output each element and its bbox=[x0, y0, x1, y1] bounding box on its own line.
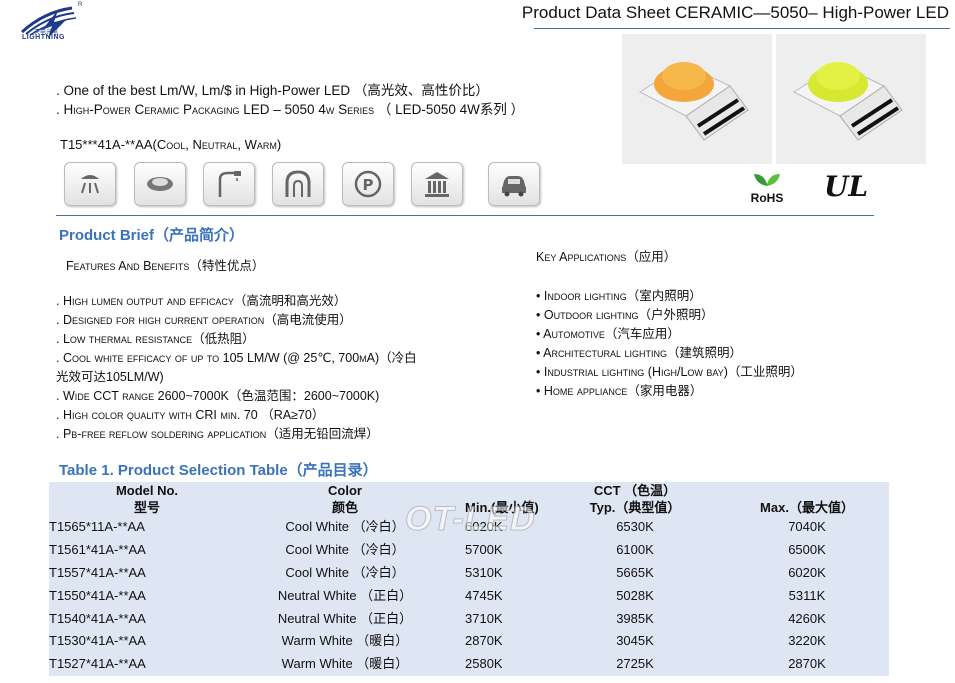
cell-model: T1557*41A-**AA bbox=[49, 564, 146, 580]
application-item: • Architectural lighting（建筑照明） bbox=[536, 346, 742, 360]
cell-min: 4745K bbox=[465, 587, 503, 603]
table-title: Table 1. Product Selection Table（产品目录） bbox=[59, 462, 378, 479]
wall-lamp-icon bbox=[203, 162, 255, 206]
application-item: • Outdoor lighting（户外照明） bbox=[536, 308, 714, 322]
cell-max: 7040K bbox=[788, 519, 826, 535]
cell-typ: 2725K bbox=[616, 656, 654, 672]
cell-color: Neutral White （正白） bbox=[277, 610, 413, 626]
watermark: OT-LED bbox=[405, 500, 536, 539]
feature-item: . Wide CCT range 2600~7000K（色温范围：2600~70… bbox=[56, 389, 380, 403]
rohs-label: RoHS bbox=[750, 191, 784, 205]
street-lamp-icon bbox=[64, 162, 116, 206]
header-max: Max.（最大值） bbox=[725, 482, 889, 516]
rohs-badge: RoHS bbox=[744, 170, 790, 205]
header-typ: CCT （色温） Typ.（典型值） bbox=[545, 482, 725, 516]
downlight-icon bbox=[134, 162, 186, 206]
cell-typ: 5665K bbox=[616, 564, 654, 580]
header-rule bbox=[534, 28, 950, 29]
feature-item: . Low thermal resistance（低热阻） bbox=[56, 332, 255, 346]
application-item: • Indoor lighting（室内照明） bbox=[536, 289, 702, 303]
key-applications-heading: Key Applications（应用） bbox=[536, 250, 677, 264]
parking-icon: P bbox=[342, 162, 394, 206]
cell-max: 4260K bbox=[788, 610, 826, 626]
application-item: • Automotive（汽车应用） bbox=[536, 327, 680, 341]
table-row: T1540*41A-**AA Neutral White （正白） 3710K … bbox=[49, 607, 889, 630]
cell-color: Warm White （暖白） bbox=[281, 656, 409, 672]
ul-mark-text: UL bbox=[824, 170, 868, 202]
cell-min: 2870K bbox=[465, 633, 503, 649]
cell-typ: 3045K bbox=[616, 633, 654, 649]
header-typ-label: Typ.（典型值） bbox=[589, 500, 681, 515]
cell-min: 2580K bbox=[465, 656, 503, 672]
cell-color: Cool White （冷白） bbox=[285, 564, 405, 580]
cell-typ: 5028K bbox=[616, 587, 654, 603]
cell-min: 5310K bbox=[465, 564, 503, 580]
cell-color: Cool White （冷白） bbox=[285, 542, 405, 558]
feature-item: . High color quality with CRI min. 70 （R… bbox=[56, 408, 325, 422]
cell-model: T1550*41A-**AA bbox=[49, 587, 146, 603]
product-brief-heading: Product Brief（产品简介） bbox=[59, 227, 245, 244]
section-rule bbox=[56, 215, 874, 216]
application-item: • Industrial lighting (High/Low bay)（工业照… bbox=[536, 365, 803, 379]
cell-typ: 6530K bbox=[616, 519, 654, 535]
feature-item: . Pb-free reflow soldering application（适… bbox=[56, 427, 379, 441]
part-number: T15***41A-**AA(Cool, Neutral, Warm) bbox=[60, 137, 282, 152]
header-cct-label: CCT （色温） bbox=[593, 483, 677, 498]
header-color-label: Color bbox=[328, 483, 362, 498]
building-icon bbox=[411, 162, 463, 206]
cell-max: 2870K bbox=[788, 656, 826, 672]
intro-line-2: . High-Power Ceramic Packaging LED – 505… bbox=[56, 102, 525, 117]
table-body: T1565*11A-**AA Cool White （冷白） 6020K 653… bbox=[49, 516, 889, 676]
cell-model: T1561*41A-**AA bbox=[49, 542, 146, 558]
cell-min: 5700K bbox=[465, 542, 503, 558]
cell-model: T1540*41A-**AA bbox=[49, 610, 146, 626]
car-icon bbox=[488, 162, 540, 206]
cell-color: Warm White （暖白） bbox=[281, 633, 409, 649]
feature-item-continued: 光效可达105LM/W) bbox=[56, 370, 164, 384]
feature-item: . Designed for high current operation（高电… bbox=[56, 313, 352, 327]
cell-max: 5311K bbox=[788, 587, 826, 603]
page-title: Product Data Sheet CERAMIC—5050– High-Po… bbox=[521, 3, 949, 22]
features-heading: Features And Benefits（特性优点） bbox=[66, 259, 265, 273]
application-item: • Home appliance（家用电器） bbox=[536, 384, 703, 398]
intro-line-1: . One of the best Lm/W, Lm/$ in High-Pow… bbox=[56, 83, 489, 98]
cell-max: 3220K bbox=[788, 633, 826, 649]
cell-max: 6020K bbox=[788, 564, 826, 580]
table-row: T1561*41A-**AA Cool White （冷白） 5700K 610… bbox=[49, 539, 889, 562]
header-max-label: Max.（最大值） bbox=[760, 500, 854, 515]
cell-color: Neutral White （正白） bbox=[277, 587, 413, 603]
cell-min: 3710K bbox=[465, 610, 503, 626]
cell-typ: 6100K bbox=[616, 542, 654, 558]
table-row: T1557*41A-**AA Cool White （冷白） 5310K 566… bbox=[49, 562, 889, 585]
table-row: T1527*41A-**AA Warm White （暖白） 2580K 272… bbox=[49, 653, 889, 676]
cell-typ: 3985K bbox=[616, 610, 654, 626]
cell-max: 6500K bbox=[788, 542, 826, 558]
header-model-label: Model No. bbox=[115, 483, 179, 498]
table-row: T1530*41A-**AA Warm White （暖白） 2870K 304… bbox=[49, 630, 889, 653]
cell-model: T1530*41A-**AA bbox=[49, 633, 146, 649]
feature-item: . Cool white efficacy of up to 105 LM/W … bbox=[56, 351, 417, 365]
tunnel-icon bbox=[272, 162, 324, 206]
cell-model: T1565*11A-**AA bbox=[49, 519, 145, 535]
brand-name: LIGHTNING bbox=[22, 34, 65, 41]
registered-mark: R bbox=[78, 2, 83, 8]
svg-text:P: P bbox=[363, 176, 374, 194]
cell-model: T1527*41A-**AA bbox=[49, 656, 146, 672]
led-photo-yellow-green bbox=[776, 34, 926, 164]
header-model: Model No. 型号 bbox=[49, 482, 245, 516]
led-photo-amber bbox=[622, 34, 772, 164]
brand-logo bbox=[14, 4, 104, 48]
table-row: T1550*41A-**AA Neutral White （正白） 4745K … bbox=[49, 584, 889, 607]
ul-mark-icon: UL bbox=[822, 170, 870, 203]
header-model-label-cn: 型号 bbox=[133, 500, 160, 515]
feature-item: . High lumen output and efficacy（高流明和高光效… bbox=[56, 294, 347, 308]
